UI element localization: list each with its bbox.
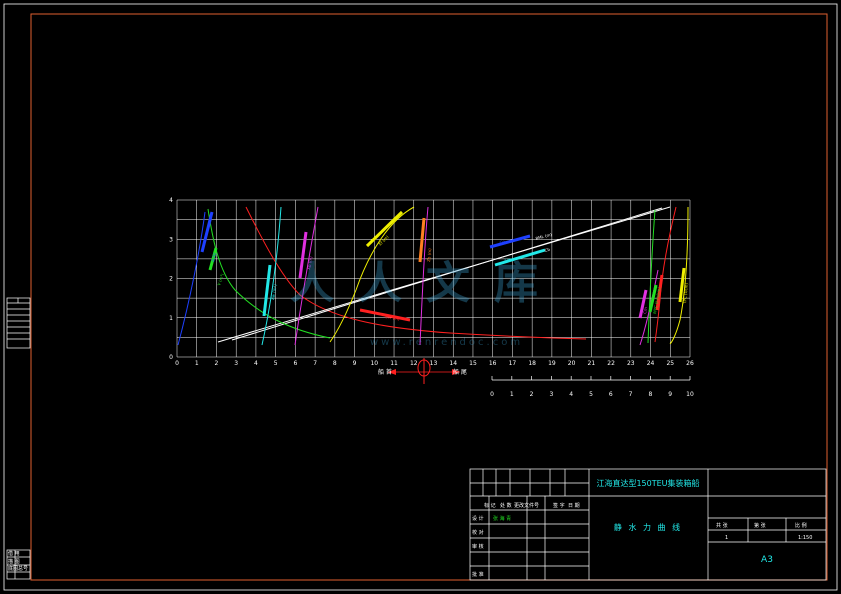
x-tick-label: 25 (666, 360, 674, 367)
y-tick-label: 4 (169, 197, 173, 204)
x-tick-label: 4 (254, 360, 258, 367)
row-label-1: 校 对 (472, 529, 484, 536)
x-tick-label: 18 (528, 360, 536, 367)
bottom-scale-label: 3 (549, 391, 553, 398)
y-tick-label: 0 (169, 354, 173, 361)
x-tick-label: 11 (390, 360, 398, 367)
x-tick-label: 12 (410, 360, 418, 367)
watermark-text: 人人文库 (290, 258, 562, 309)
x-tick-label: 26 (686, 360, 694, 367)
bottom-scale-label: 9 (668, 391, 672, 398)
bottom-scale-label: 7 (629, 391, 633, 398)
x-tick-label: 21 (588, 360, 596, 367)
x-tick-label: 19 (548, 360, 556, 367)
sheet-header: 第 张 (754, 522, 766, 529)
x-tick-label: 10 (370, 360, 378, 367)
approval-label-4: 日 期 (568, 503, 580, 509)
sheet-number: 1 (725, 535, 728, 541)
bottom-scale-label: 1 (510, 391, 514, 398)
x-tick-label: 6 (293, 360, 297, 367)
drawing-sheet: 借 用 描 图 底图总号 0 1 2 3 4 5 6 7 8 9 10 11 12 13 14 15 16 17 1… (0, 0, 841, 594)
midship-right-label: 船 尾 (453, 368, 467, 376)
y-tick-label: 1 (169, 315, 173, 322)
left-label-0: 借 用 (8, 550, 20, 557)
left-label-1: 描 图 (8, 558, 20, 565)
row-label-3: 批 准 (472, 571, 484, 578)
bottom-scale-label: 10 (686, 391, 694, 398)
bottom-scale-label: 5 (589, 391, 593, 398)
x-tick-label: 8 (333, 360, 337, 367)
x-tick-label: 23 (627, 360, 635, 367)
row-label-0: 设 计 (472, 515, 484, 522)
x-tick-label: 14 (449, 360, 457, 367)
bottom-scale-label: 2 (530, 391, 534, 398)
designer-name: 张 海 青 (493, 515, 511, 522)
scale-header: 比 例 (795, 522, 807, 529)
x-tick-label: 0 (175, 360, 179, 367)
y-tick-label: 3 (169, 236, 173, 243)
bottom-scale-label: 0 (490, 391, 494, 398)
approval-label-0: 标 记 (484, 502, 496, 509)
sheets-header: 共 张 (716, 522, 728, 529)
x-tick-label: 24 (647, 360, 655, 367)
x-tick-label: 16 (489, 360, 497, 367)
approval-label-3: 签 字 (553, 502, 565, 509)
midship-left-label: 船 首 (378, 368, 392, 376)
bottom-scale-label: 8 (648, 391, 652, 398)
bottom-scale-label: 4 (569, 391, 573, 398)
watermark-url: www.renrendoc.com (370, 337, 523, 348)
x-tick-label: 9 (353, 360, 357, 367)
x-tick-label: 1 (195, 360, 199, 367)
x-tick-label: 2 (215, 360, 219, 367)
bottom-scale-label: 6 (609, 391, 613, 398)
project-title: 江海直达型150TEU集装箱船 (596, 478, 699, 488)
left-label-2: 底图总号 (8, 565, 28, 572)
row-label-2: 审 核 (472, 543, 484, 550)
x-tick-label: 17 (509, 360, 517, 367)
x-tick-label: 3 (234, 360, 238, 367)
x-tick-label: 20 (568, 360, 576, 367)
sheet-size: A3 (761, 555, 773, 565)
drawing-name: 静 水 力 曲 线 (614, 522, 682, 532)
scale-value: 1:150 (798, 535, 812, 541)
x-tick-label: 7 (313, 360, 317, 367)
x-tick-label: 5 (274, 360, 278, 367)
x-tick-label: 15 (469, 360, 477, 367)
approval-label-2: 更改文件号 (514, 502, 539, 509)
y-tick-label: 2 (169, 276, 173, 283)
x-tick-label: 13 (430, 360, 438, 367)
approval-label-1: 处 数 (500, 502, 512, 509)
x-tick-label: 22 (607, 360, 615, 367)
